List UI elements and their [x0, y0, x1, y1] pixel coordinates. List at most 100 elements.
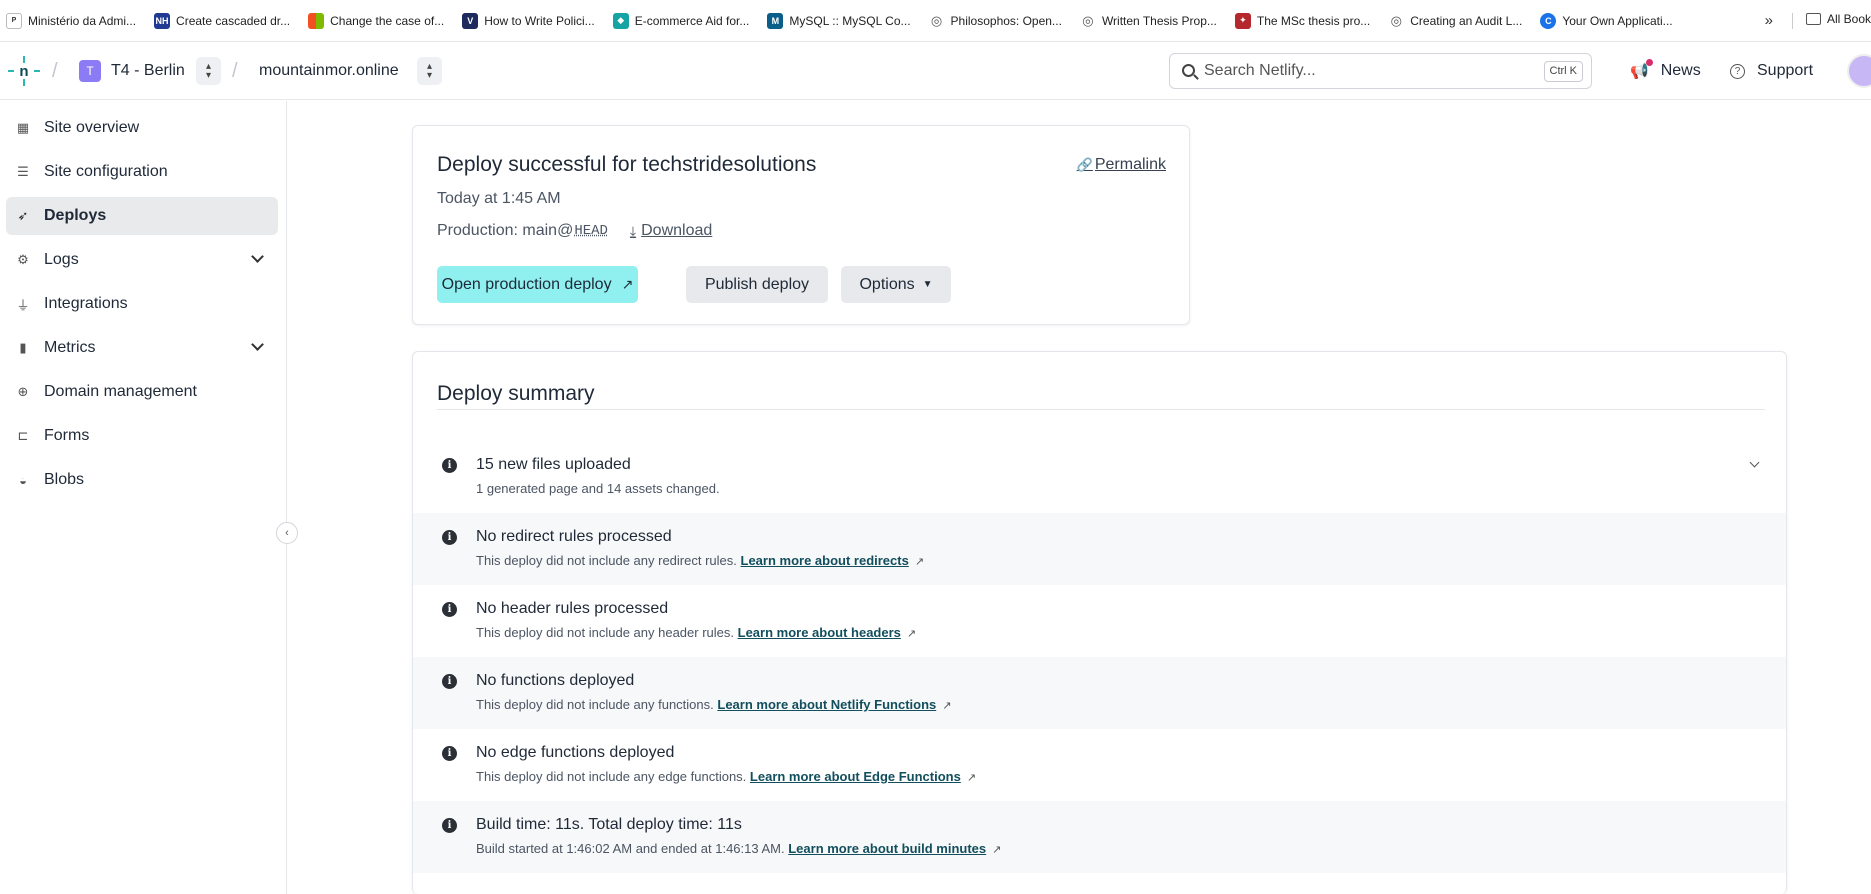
support-button[interactable]: ? Support: [1730, 62, 1813, 80]
bookmark-item[interactable]: ◎ Written Thesis Prop...: [1080, 13, 1217, 29]
row-description: This deploy did not include any function…: [476, 697, 951, 712]
bookmark-label: E-commerce Aid for...: [635, 14, 750, 28]
open-production-deploy-button[interactable]: Open production deploy ↗: [437, 266, 638, 303]
bookmark-item[interactable]: ◎ Creating an Audit L...: [1388, 13, 1522, 29]
bookmark-item[interactable]: C Your Own Applicati...: [1540, 13, 1672, 29]
sidebar-item-deploys[interactable]: ➶ Deploys: [6, 197, 278, 235]
chevron-down-icon[interactable]: [1750, 458, 1760, 468]
notification-dot: [1646, 59, 1653, 66]
deploy-summary-card: Deploy summary i 15 new files uploaded 1…: [412, 351, 1787, 894]
deploy-status-card: Deploy successful for techstridesolution…: [412, 125, 1190, 325]
microsoft-icon: [308, 13, 324, 29]
summary-row-build-time: i Build time: 11s. Total deploy time: 11…: [413, 801, 1786, 873]
megaphone-icon: 📢: [1630, 62, 1649, 80]
globe-icon: ◎: [929, 13, 945, 29]
globe-icon: ◎: [1388, 13, 1404, 29]
learn-more-redirects-link[interactable]: Learn more about redirects: [741, 553, 909, 568]
breadcrumb-separator: /: [52, 60, 58, 83]
learn-more-functions-link[interactable]: Learn more about Netlify Functions: [717, 697, 936, 712]
summary-row-functions: i No functions deployed This deploy did …: [413, 657, 1786, 729]
sidebar: ▦ Site overview ☰ Site configuration ➶ Depl…: [0, 101, 287, 894]
summary-row-redirects: i No redirect rules processed This deplo…: [413, 513, 1786, 585]
bookmark-item[interactable]: ◆ E-commerce Aid for...: [613, 13, 750, 29]
publish-deploy-button[interactable]: Publish deploy: [686, 266, 828, 303]
all-bookmarks-button[interactable]: All Book: [1806, 12, 1871, 26]
commit-ref-link[interactable]: HEAD: [574, 223, 608, 239]
production-prefix: Production: main@: [437, 222, 573, 240]
team-avatar: T: [79, 60, 101, 82]
more-bookmarks-button[interactable]: »: [1765, 12, 1773, 29]
download-icon: ⤓: [630, 223, 636, 240]
external-link-icon: ↗: [942, 700, 951, 712]
rocket-icon: ➶: [16, 209, 30, 223]
sidebar-item-label: Integrations: [44, 295, 128, 313]
netlify-logo-icon[interactable]: n: [8, 56, 40, 86]
team-name[interactable]: T4 - Berlin: [111, 62, 185, 80]
sidebar-item-site-configuration[interactable]: ☰ Site configuration: [6, 153, 278, 191]
chevron-left-icon: ‹: [285, 527, 289, 539]
news-button[interactable]: 📢 News: [1630, 62, 1701, 80]
plug-icon: ⏚: [16, 297, 30, 311]
bookmark-label: How to Write Polici...: [484, 14, 594, 28]
row-title: No header rules processed: [476, 600, 668, 618]
all-bookmarks-label: All Book: [1827, 12, 1871, 26]
bookmark-item[interactable]: ✦ The MSc thesis pro...: [1235, 13, 1370, 29]
deploy-production-info: Production: main@ HEAD ⤓ Download: [437, 222, 712, 240]
learn-more-headers-link[interactable]: Learn more about headers: [738, 625, 901, 640]
download-link[interactable]: ⤓ Download: [630, 222, 712, 240]
bookmarks-divider: [1792, 13, 1793, 29]
external-link-icon: ↗: [907, 628, 916, 640]
sidebar-item-site-overview[interactable]: ▦ Site overview: [6, 109, 278, 147]
summary-title: Deploy summary: [437, 382, 595, 406]
learn-more-build-minutes-link[interactable]: Learn more about build minutes: [788, 841, 986, 856]
bookmark-item[interactable]: Change the case of...: [308, 13, 444, 29]
svg-text:n: n: [19, 63, 28, 80]
bookmark-item[interactable]: M MySQL :: MySQL Co...: [767, 13, 910, 29]
folder-icon: [1806, 13, 1821, 25]
sidebar-item-metrics[interactable]: ▮ Metrics: [6, 329, 278, 367]
download-label: Download: [641, 222, 712, 240]
sidebar-item-forms[interactable]: ⊏ Forms: [6, 417, 278, 455]
external-arrow-icon: ↗: [622, 276, 634, 293]
search-input[interactable]: [1204, 61, 1504, 81]
bookmarks-bar: P Ministério da Admi... NH Create cascaded…: [0, 0, 1871, 42]
sidebar-item-blobs[interactable]: ◒ Blobs: [6, 461, 278, 499]
team-switcher-button[interactable]: ▴ ▾: [196, 57, 221, 85]
bar-chart-icon: ▮: [16, 341, 30, 355]
summary-row-files[interactable]: i 15 new files uploaded 1 generated page…: [413, 441, 1786, 513]
collapse-sidebar-button[interactable]: ‹: [276, 522, 298, 544]
permalink-link[interactable]: 🔗 Permalink: [1077, 156, 1166, 174]
chevron-down-icon: [251, 250, 264, 263]
sidebar-item-label: Domain management: [44, 383, 197, 401]
bookmark-item[interactable]: NH Create cascaded dr...: [154, 13, 290, 29]
row-desc-text: 1 generated page and 14 assets changed.: [476, 481, 720, 496]
user-avatar[interactable]: [1847, 54, 1871, 88]
options-button[interactable]: Options ▼: [841, 266, 951, 303]
row-desc-text: This deploy did not include any edge fun…: [476, 769, 746, 784]
sidebar-item-logs[interactable]: ⚙ Logs: [6, 241, 278, 279]
row-description: This deploy did not include any redirect…: [476, 553, 924, 568]
row-description: 1 generated page and 14 assets changed.: [476, 481, 720, 496]
row-desc-text: This deploy did not include any redirect…: [476, 553, 737, 568]
bookmark-label: Philosophos: Open...: [951, 14, 1062, 28]
mysql-icon: M: [767, 13, 783, 29]
bookmark-item[interactable]: P Ministério da Admi...: [6, 13, 136, 29]
sidebar-item-domain-management[interactable]: ⊕ Domain management: [6, 373, 278, 411]
bookmark-label: Change the case of...: [330, 14, 444, 28]
search-box[interactable]: Ctrl K: [1169, 53, 1592, 89]
site-switcher-button[interactable]: ▴ ▾: [417, 57, 442, 85]
globe-icon: ⊕: [16, 385, 30, 399]
bookmark-label: Create cascaded dr...: [176, 14, 290, 28]
bookmark-item[interactable]: ◎ Philosophos: Open...: [929, 13, 1062, 29]
info-icon: i: [442, 818, 457, 833]
blob-icon: ◒: [16, 473, 30, 487]
grid-icon: ▦: [16, 121, 30, 135]
bookmark-label: Ministério da Admi...: [28, 14, 136, 28]
learn-more-edge-functions-link[interactable]: Learn more about Edge Functions: [750, 769, 961, 784]
bookmark-item[interactable]: V How to Write Polici...: [462, 13, 594, 29]
site-name[interactable]: mountainmor.online: [259, 62, 399, 80]
sidebar-item-integrations[interactable]: ⏚ Integrations: [6, 285, 278, 323]
permalink-label: Permalink: [1095, 156, 1166, 174]
app-header: n / T T4 - Berlin ▴ ▾ / mountainmor.onlin…: [0, 42, 1871, 100]
bookmark-label: Written Thesis Prop...: [1102, 14, 1217, 28]
